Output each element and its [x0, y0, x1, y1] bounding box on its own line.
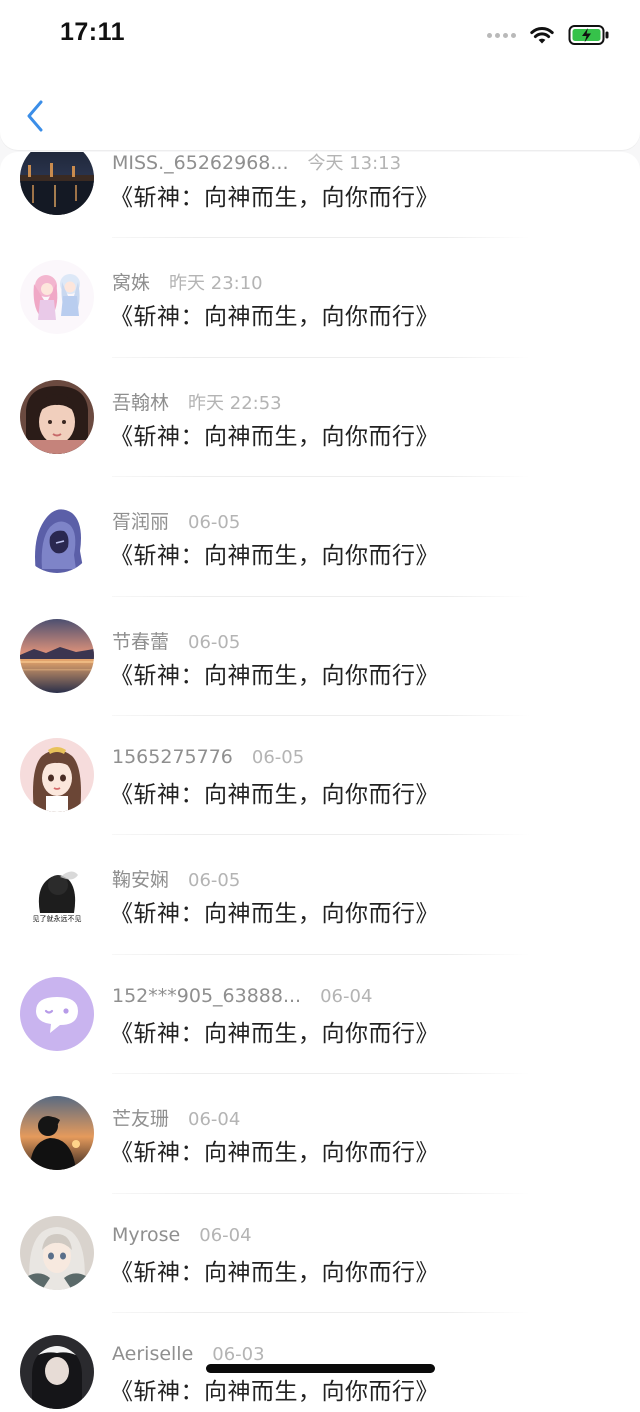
list-item[interactable]: 窝姝 昨天 23:10 《斩神：向神而生，向你而行》 [0, 238, 640, 358]
item-meta: 152***905_63888... 06-04 [112, 985, 372, 1007]
message-text: 《斩神：向神而生，向你而行》 [110, 1378, 439, 1405]
timestamp: 06-05 [188, 631, 241, 653]
message-text: 《斩神：向神而生，向你而行》 [110, 1259, 439, 1286]
user-name[interactable]: MISS._65262968... [112, 152, 288, 174]
status-icons [487, 22, 610, 48]
list-item[interactable]: 芒友珊 06-04 《斩神：向神而生，向你而行》 [0, 1074, 640, 1194]
message-text: 《斩神：向神而生，向你而行》 [110, 304, 439, 331]
avatar[interactable] [20, 1096, 94, 1171]
timestamp: 06-05 [251, 746, 305, 768]
timestamp: 今天 13:13 [307, 153, 402, 174]
timestamp: 昨天 22:53 [188, 392, 282, 414]
list-item[interactable]: 吾翰林 昨天 22:53 《斩神：向神而生，向你而行》 [0, 358, 640, 478]
list-item[interactable]: 1565275776 06-05 《斩神：向神而生，向你而行》 [0, 716, 640, 836]
list-item[interactable]: Myrose 06-04 《斩神：向神而生，向你而行》 [0, 1194, 640, 1313]
user-name[interactable]: 胥润丽 [112, 507, 169, 534]
item-meta: 1565275776 06-05 [112, 746, 304, 768]
user-name[interactable]: 152***905_63888... [112, 985, 301, 1007]
message-text: 《斩神：向神而生，向你而行》 [110, 543, 439, 570]
item-meta: MISS._65262968... 今天 13:13 [112, 152, 401, 175]
user-name[interactable]: 芒友珊 [112, 1104, 169, 1131]
item-meta: 节春蕾 06-05 [112, 627, 240, 654]
avatar[interactable] [20, 1334, 94, 1409]
user-name[interactable]: 窝姝 [112, 268, 150, 295]
item-meta: 吾翰林 昨天 22:53 [112, 388, 282, 415]
timestamp: 06-04 [188, 1109, 241, 1131]
wifi-icon [530, 26, 554, 44]
message-list: MISS._65262968... 今天 13:13 《斩神：向神而生，向你而行… [0, 152, 640, 1412]
avatar[interactable] [20, 976, 94, 1051]
item-meta: 芒友珊 06-04 [112, 1104, 240, 1131]
avatar[interactable] [20, 379, 94, 454]
user-name[interactable]: 吾翰林 [112, 388, 169, 415]
header: 17:11 [0, 0, 640, 150]
item-meta: 胥润丽 06-05 [112, 507, 240, 534]
user-name[interactable]: 1565275776 [112, 746, 233, 768]
avatar[interactable] [20, 1215, 94, 1290]
timestamp: 06-03 [212, 1343, 265, 1365]
battery-charging-icon [568, 25, 609, 45]
message-text: 《斩神：向神而生，向你而行》 [110, 1020, 439, 1047]
timestamp: 06-04 [199, 1224, 252, 1246]
avatar[interactable]: 见了就永远不见 [20, 857, 94, 932]
home-indicator[interactable] [206, 1364, 435, 1373]
avatar[interactable] [20, 737, 94, 812]
message-text: 《斩神：向神而生，向你而行》 [110, 781, 439, 808]
list-item[interactable]: MISS._65262968... 今天 13:13 《斩神：向神而生，向你而行… [0, 152, 640, 239]
chevron-left-icon [27, 100, 43, 132]
timestamp: 06-04 [320, 985, 373, 1007]
user-name[interactable]: Myrose [112, 1224, 180, 1246]
status-time: 17:11 [60, 18, 126, 46]
cellular-signal-icon [487, 32, 516, 38]
avatar[interactable] [20, 152, 94, 215]
message-text: 《斩神：向神而生，向你而行》 [110, 901, 439, 928]
timestamp: 06-05 [188, 512, 241, 534]
avatar[interactable] [20, 618, 94, 693]
item-meta: Myrose 06-04 [112, 1224, 252, 1246]
list-item[interactable]: Aeriselle 06-03 《斩神：向神而生，向你而行》 [0, 1313, 640, 1412]
list-item[interactable]: 胥润丽 06-05 《斩神：向神而生，向你而行》 [0, 477, 640, 597]
message-text: 《斩神：向神而生，向你而行》 [110, 185, 439, 211]
timestamp: 昨天 23:10 [169, 273, 263, 295]
user-name[interactable]: 节春蕾 [112, 627, 169, 654]
item-meta: Aeriselle 06-03 [112, 1343, 265, 1365]
list-item[interactable]: 节春蕾 06-05 《斩神：向神而生，向你而行》 [0, 597, 640, 716]
avatar[interactable] [20, 499, 94, 574]
avatar-caption: 见了就永远不见 [33, 914, 82, 923]
user-name[interactable]: Aeriselle [112, 1343, 193, 1365]
item-meta: 窝姝 昨天 23:10 [112, 268, 263, 295]
avatar[interactable] [20, 260, 94, 335]
user-name[interactable]: 鞠安娴 [112, 865, 169, 892]
list-item[interactable]: 见了就永远不见 鞠安娴 06-05 《斩神：向神而生，向你而行》 [0, 835, 640, 955]
timestamp: 06-05 [188, 870, 241, 892]
item-meta: 鞠安娴 06-05 [112, 865, 240, 892]
message-text: 《斩神：向神而生，向你而行》 [110, 662, 439, 689]
message-list-card: MISS._65262968... 今天 13:13 《斩神：向神而生，向你而行… [0, 152, 640, 1412]
message-text: 《斩神：向神而生，向你而行》 [110, 423, 439, 450]
back-button[interactable] [20, 96, 50, 136]
message-text: 《斩神：向神而生，向你而行》 [110, 1140, 439, 1167]
list-item[interactable]: 152***905_63888... 06-04 《斩神：向神而生，向你而行》 [0, 955, 640, 1075]
